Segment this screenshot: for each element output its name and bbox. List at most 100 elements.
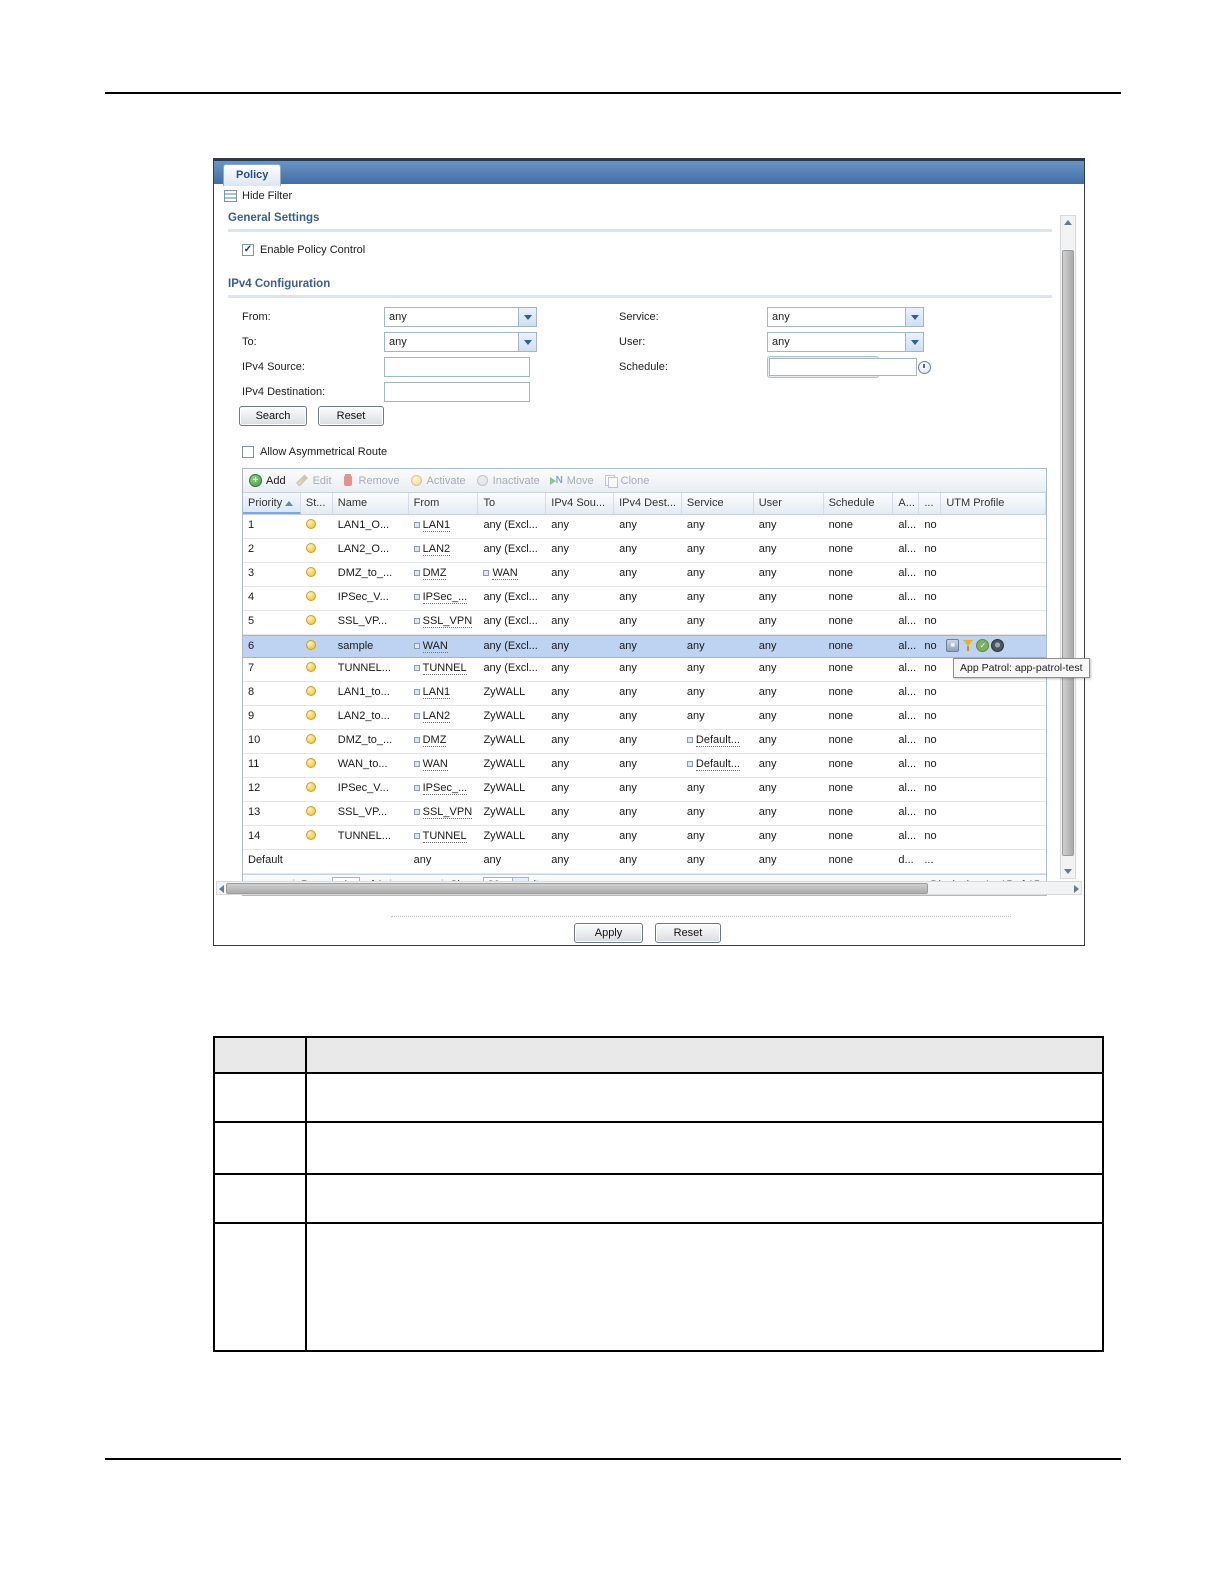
object-link[interactable]: LAN1: [413, 519, 451, 532]
policy-row-5[interactable]: 5 SSL_VP... SSL_VPN any (Excl... any any any an…: [243, 611, 1046, 635]
policy-row-4[interactable]: 4 IPSec_V... IPSec_... any (Excl... any any an…: [243, 587, 1046, 611]
search-button[interactable]: Search: [239, 406, 307, 426]
object-link[interactable]: WAN: [413, 758, 448, 771]
idp-icon[interactable]: [991, 639, 1005, 652]
column-header-9[interactable]: Schedule: [824, 493, 894, 514]
object-link[interactable]: DMZ: [413, 734, 447, 747]
horizontal-scroll-thumb[interactable]: [226, 883, 928, 894]
column-header-2[interactable]: Name: [333, 493, 409, 514]
remove-button[interactable]: Remove: [342, 474, 400, 487]
object-link[interactable]: WAN: [413, 640, 448, 653]
object-link[interactable]: Default...: [686, 758, 740, 771]
object-icon: [413, 713, 420, 719]
object-link[interactable]: SSL_VPN: [413, 615, 473, 628]
activate-button-label: Activate: [426, 474, 466, 487]
object-link[interactable]: WAN: [483, 567, 518, 580]
name-cell: DMZ_to_...: [337, 567, 393, 579]
scroll-left-icon[interactable]: [219, 885, 224, 893]
column-header-8[interactable]: User: [754, 493, 824, 514]
priority-cell: 10: [248, 734, 261, 746]
horizontal-scrollbar[interactable]: [216, 881, 1082, 895]
policy-row-8[interactable]: 8 LAN1_to... LAN1 ZyWALL any any any any none al.…: [243, 682, 1046, 706]
ipv4-source-input[interactable]: [384, 357, 530, 377]
filter-reset-button[interactable]: Reset: [318, 406, 384, 426]
activate-button[interactable]: Activate: [410, 474, 466, 487]
policy-row-3[interactable]: 3 DMZ_to_... DMZ WAN any any any any none al... no: [243, 563, 1046, 587]
object-link[interactable]: LAN1: [413, 686, 451, 699]
policy-row-12[interactable]: 12 IPSec_V... IPSec_... ZyWALL any any any any n…: [243, 778, 1046, 802]
from-select[interactable]: any: [384, 307, 537, 327]
column-header-10[interactable]: A...: [893, 493, 920, 514]
policy-row-2[interactable]: 2 LAN2_O... LAN2 any (Excl... any any any any no…: [243, 539, 1046, 563]
move-button[interactable]: Move: [550, 474, 594, 487]
object-link[interactable]: Default...: [686, 734, 740, 747]
schedule-picker-button[interactable]: [918, 358, 931, 376]
scroll-right-icon[interactable]: [1074, 885, 1079, 893]
object-link[interactable]: TUNNEL: [413, 662, 467, 675]
policy-row-13[interactable]: 13 SSL_VP... SSL_VPN ZyWALL any any any any none…: [243, 802, 1046, 826]
ipv4-destination-input[interactable]: [384, 382, 530, 402]
policy-row-11[interactable]: 11 WAN_to... WAN ZyWALL any any Default... any n…: [243, 754, 1046, 778]
chevron-down-icon[interactable]: [905, 308, 923, 326]
clone-button[interactable]: Clone: [604, 474, 649, 488]
column-header-4[interactable]: To: [478, 493, 547, 514]
column-header-0[interactable]: Priority: [243, 493, 301, 514]
anti-spam-icon[interactable]: [976, 639, 990, 652]
ipv4-destination-cell: any: [619, 710, 637, 722]
allow-asymmetrical-route-checkbox[interactable]: [242, 446, 254, 458]
vertical-scrollbar[interactable]: [1060, 215, 1076, 879]
column-header-1[interactable]: St...: [301, 493, 333, 514]
column-header-3[interactable]: From: [409, 493, 479, 514]
chevron-down-icon[interactable]: [518, 333, 536, 351]
column-header-5[interactable]: IPv4 Sou...: [546, 493, 615, 514]
ipv4-destination-cell: any: [619, 640, 637, 652]
enable-policy-checkbox[interactable]: [242, 244, 254, 256]
scroll-up-icon[interactable]: [1064, 220, 1072, 225]
policy-row-14[interactable]: 14 TUNNEL... TUNNEL ZyWALL any any any any none a…: [243, 826, 1046, 850]
chevron-down-icon[interactable]: [518, 308, 536, 326]
to-select[interactable]: any: [384, 332, 537, 352]
inactivate-button[interactable]: Inactivate: [476, 474, 540, 487]
column-header-6[interactable]: IPv4 Dest...: [614, 493, 682, 514]
apply-button[interactable]: Apply: [574, 923, 643, 943]
service-select[interactable]: any: [767, 307, 924, 327]
user-cell: any: [758, 710, 777, 722]
schedule-input[interactable]: [769, 358, 917, 376]
object-link[interactable]: DMZ: [413, 567, 447, 580]
tab-policy[interactable]: Policy: [223, 164, 282, 186]
schedule-field[interactable]: [767, 356, 931, 378]
column-header-12[interactable]: UTM Profile: [941, 493, 1047, 514]
policy-row-6[interactable]: 6 sample WAN any (Excl... any any any any none al…: [243, 635, 1046, 658]
content-filter-icon[interactable]: [961, 639, 974, 652]
policy-row-7[interactable]: 7 TUNNEL... TUNNEL any (Excl... any any any any…: [243, 658, 1046, 682]
ipv4-destination-cell: any: [619, 758, 637, 770]
scroll-down-icon[interactable]: [1064, 869, 1072, 874]
object-link[interactable]: IPSec_...: [413, 591, 468, 604]
policy-row-1[interactable]: 1 LAN1_O... LAN1 any (Excl... any any any any no…: [243, 515, 1046, 539]
vertical-scroll-thumb[interactable]: [1062, 250, 1074, 856]
hide-filter-button[interactable]: Hide Filter: [224, 190, 292, 202]
chevron-down-icon[interactable]: [905, 333, 923, 351]
add-button[interactable]: Add: [249, 474, 286, 487]
policy-row-Default[interactable]: Default any any any any any any none d......: [243, 850, 1046, 874]
edit-button[interactable]: Edit: [296, 474, 332, 487]
object-link[interactable]: TUNNEL: [413, 830, 467, 843]
allow-asymmetrical-route-row[interactable]: Allow Asymmetrical Route: [242, 446, 387, 458]
object-link[interactable]: SSL_VPN: [413, 806, 473, 819]
object-link-label: Default...: [695, 758, 740, 771]
object-link[interactable]: LAN2: [413, 710, 451, 723]
object-link[interactable]: LAN2: [413, 543, 451, 556]
to-cell: any (Excl...: [483, 640, 538, 652]
footer-reset-button[interactable]: Reset: [655, 923, 721, 943]
column-header-7[interactable]: Service: [682, 493, 754, 514]
column-header-11[interactable]: ...: [919, 493, 942, 514]
policy-row-9[interactable]: 9 LAN2_to... LAN2 ZyWALL any any any any none al.…: [243, 706, 1046, 730]
object-icon: [413, 570, 420, 576]
policy-row-10[interactable]: 10 DMZ_to_... DMZ ZyWALL any any Default... any…: [243, 730, 1046, 754]
app-patrol-icon[interactable]: [946, 639, 960, 652]
column-header-label: St...: [305, 497, 326, 509]
enable-policy-control-row[interactable]: Enable Policy Control: [242, 244, 365, 256]
object-link[interactable]: IPSec_...: [413, 782, 468, 795]
object-icon: [413, 833, 420, 839]
user-select[interactable]: any: [767, 332, 924, 352]
